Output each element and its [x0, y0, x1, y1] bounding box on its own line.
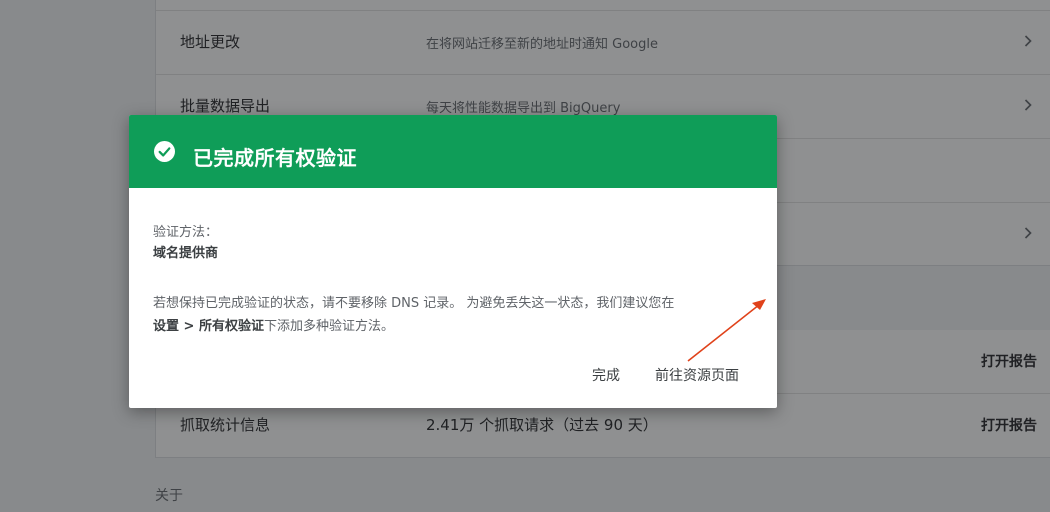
body-text-part1: 若想保持已完成验证的状态，请不要移除 DNS 记录。 为避免丢失这一状态，我们建… [153, 296, 675, 311]
check-circle-icon [154, 141, 175, 162]
dialog-header: 已完成所有权验证 [129, 115, 777, 188]
settings-path-text: 设置 > 所有权验证 [153, 319, 264, 334]
dialog-title: 已完成所有权验证 [193, 146, 357, 170]
done-button[interactable]: 完成 [592, 365, 620, 385]
go-to-property-button[interactable]: 前往资源页面 [655, 365, 739, 385]
verification-method-label: 验证方法： [153, 225, 219, 240]
verification-dialog: 已完成所有权验证 验证方法： 域名提供商 若想保持已完成验证的状态，请不要移除 … [129, 115, 777, 408]
body-text-part2: 下添加多种验证方法。 [263, 319, 394, 334]
dialog-body-text: 若想保持已完成验证的状态，请不要移除 DNS 记录。 为避免丢失这一状态，我们建… [153, 292, 758, 338]
verification-method-value: 域名提供商 [153, 246, 219, 261]
